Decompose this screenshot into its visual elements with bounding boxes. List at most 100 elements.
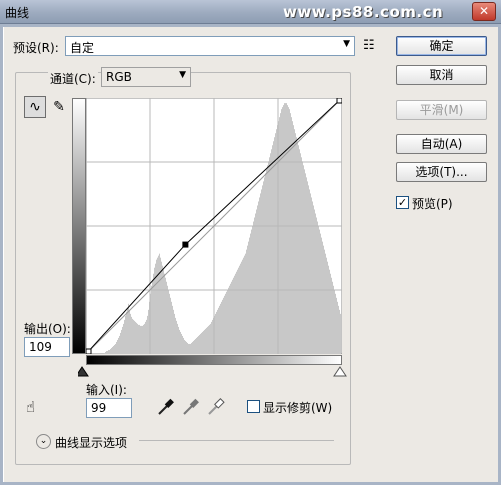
histogram-bar: [312, 201, 313, 354]
curve-point[interactable]: [182, 241, 189, 248]
histogram-bar: [184, 339, 185, 354]
histogram-bar: [286, 103, 287, 354]
pencil-icon[interactable]: ✎: [48, 96, 70, 118]
histogram-bar: [275, 133, 276, 354]
histogram-bar: [204, 329, 205, 354]
histogram-bar: [247, 245, 248, 354]
hand-adjust-icon[interactable]: ☝: [26, 398, 35, 416]
watermark: www.ps88.com.cn: [283, 3, 444, 21]
histogram-bar: [332, 281, 333, 354]
cancel-button[interactable]: 取消: [396, 65, 487, 85]
histogram-bar: [321, 237, 322, 354]
options-button[interactable]: 选项(T)...: [396, 162, 487, 182]
smooth-button[interactable]: 平滑(M): [396, 100, 487, 120]
histogram-bar: [253, 221, 254, 354]
histogram-bar: [140, 325, 141, 354]
histogram-bar: [169, 293, 170, 354]
histogram-bar: [305, 173, 306, 354]
preview-checkbox[interactable]: ✓: [396, 196, 409, 209]
curve-point-tool-icon[interactable]: ∿: [24, 96, 46, 118]
histogram-bar: [130, 313, 131, 354]
histogram-bar: [314, 209, 315, 354]
histogram-bar: [207, 326, 208, 354]
histogram-bar: [255, 213, 256, 354]
histogram-bar: [131, 316, 132, 354]
white-point-slider-icon[interactable]: [333, 366, 347, 377]
auto-button[interactable]: 自动(A): [396, 134, 487, 154]
histogram-bar: [172, 305, 173, 354]
ok-button[interactable]: 确定: [396, 36, 487, 56]
channel-dropdown[interactable]: RGB ▼: [101, 67, 191, 87]
histogram-bar: [334, 289, 335, 354]
histogram-bar: [237, 269, 238, 354]
black-eyedropper-icon[interactable]: [158, 398, 174, 415]
histogram-bar: [109, 349, 110, 354]
curve-point[interactable]: [86, 348, 92, 354]
preset-dropdown[interactable]: 自定 ▼: [65, 36, 355, 56]
histogram-bar: [138, 324, 139, 354]
histogram-bar: [162, 265, 163, 354]
histogram-bar: [185, 340, 186, 354]
histogram-bar: [265, 173, 266, 354]
histogram-bar: [183, 337, 184, 354]
curve-display-options-label[interactable]: 曲线显示选项: [55, 434, 127, 451]
channel-value: RGB: [106, 70, 132, 84]
histogram-bar: [239, 265, 240, 354]
histogram-bar: [246, 249, 247, 354]
expand-chevron-icon[interactable]: ⌄: [36, 434, 51, 449]
input-sliders[interactable]: [78, 366, 348, 378]
options-menu-icon[interactable]: ☷: [363, 38, 375, 53]
histogram-bar: [157, 257, 158, 354]
histogram-bar: [289, 109, 290, 354]
histogram-bar: [273, 141, 274, 354]
histogram-bar: [228, 287, 229, 354]
histogram-bar: [167, 285, 168, 354]
histogram-bar: [263, 181, 264, 354]
white-eyedropper-icon[interactable]: [208, 398, 225, 415]
gray-eyedropper-icon[interactable]: [183, 398, 199, 415]
preset-value: 自定: [70, 41, 95, 55]
output-gradient-bar: [72, 98, 86, 354]
histogram-bar: [231, 281, 232, 354]
histogram-bar: [249, 237, 250, 354]
show-clipping-label: 显示修剪(W): [263, 401, 333, 415]
histogram-bar: [288, 107, 289, 354]
histogram-bar: [171, 301, 172, 354]
histogram-bar: [283, 105, 284, 354]
histogram-bar: [123, 323, 124, 354]
histogram-bar: [168, 289, 169, 354]
histogram-bar: [174, 313, 175, 354]
black-point-slider-icon[interactable]: [78, 366, 89, 377]
histogram-bar: [242, 259, 243, 354]
histogram-bar: [261, 189, 262, 354]
histogram-bar: [110, 348, 111, 354]
histogram-bar: [299, 149, 300, 354]
histogram-bar: [244, 255, 245, 354]
histogram-bar: [233, 277, 234, 354]
histogram-bar: [115, 343, 116, 354]
histogram-bar: [195, 338, 196, 354]
histogram-bar: [206, 327, 207, 354]
histogram-bar: [309, 189, 310, 354]
dropdown-arrow-icon: ▼: [179, 70, 186, 80]
curve-graph[interactable]: [86, 98, 342, 354]
histogram-bar: [126, 311, 127, 354]
histogram-bar: [179, 329, 180, 354]
histogram-bar: [127, 307, 128, 354]
histogram-bar: [227, 289, 228, 354]
histogram-bar: [135, 321, 136, 354]
histogram-bar: [132, 318, 133, 354]
input-field[interactable]: 99: [86, 398, 132, 418]
histogram-bar: [218, 307, 219, 354]
histogram-bar: [222, 299, 223, 354]
histogram-bar: [198, 335, 199, 354]
histogram-bar: [296, 137, 297, 354]
histogram-bar: [189, 343, 190, 354]
histogram-bar: [338, 305, 339, 354]
curve-point[interactable]: [336, 98, 342, 104]
output-field[interactable]: 109: [24, 337, 70, 357]
show-clipping-checkbox[interactable]: [247, 400, 260, 413]
close-button[interactable]: ✕: [472, 2, 496, 21]
histogram-bar: [236, 271, 237, 354]
histogram-bar: [311, 197, 312, 354]
